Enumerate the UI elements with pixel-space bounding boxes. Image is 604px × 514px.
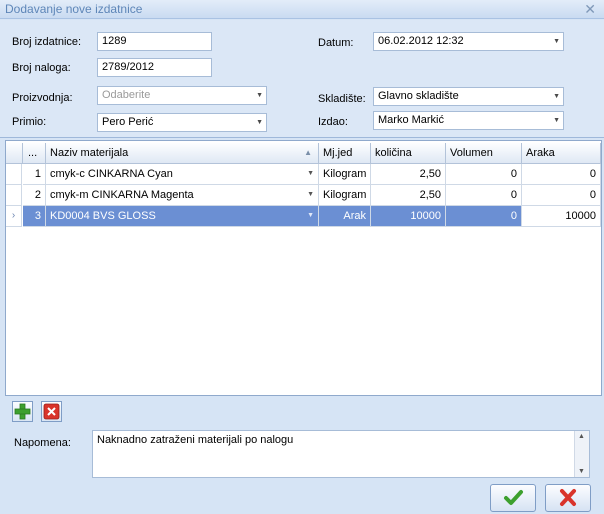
napomena-value: Naknadno zatraženi materijali po nalogu	[97, 434, 294, 446]
cell-num: 2	[23, 185, 46, 206]
sort-ascending-icon: ▲	[304, 148, 312, 157]
cell-mjed[interactable]: Arak	[319, 206, 371, 227]
izdao-dropdown[interactable]: Marko Markić ▼	[373, 111, 564, 130]
current-row-arrow-icon[interactable]: ›	[6, 206, 22, 227]
cell-araka[interactable]: 0	[522, 164, 601, 185]
proizvodnja-value: Odaberite	[102, 89, 151, 101]
cell-araka-editing[interactable]: 10000	[522, 206, 601, 227]
table-row[interactable]: 1 cmyk-c CINKARNA Cyan ▼ Kilogram 2,50 0…	[6, 164, 601, 185]
column-header-mjed[interactable]: Mj.jed	[319, 143, 371, 164]
cell-naziv-value: KD0004 BVS GLOSS	[50, 210, 156, 222]
proizvodnja-label: Proizvodnja:	[12, 92, 73, 104]
datum-picker[interactable]: 06.02.2012 12:32 ▼	[373, 32, 564, 51]
chevron-down-icon[interactable]: ▼	[307, 206, 314, 226]
primio-value: Pero Perić	[102, 116, 154, 128]
window-title: Dodavanje nove izdatnice	[5, 2, 143, 16]
broj-naloga-input[interactable]: 2789/2012	[97, 58, 212, 77]
cell-volumen[interactable]: 0	[446, 206, 522, 227]
column-header-naziv[interactable]: Naziv materijala ▲	[46, 143, 319, 164]
cell-kolicina[interactable]: 2,50	[371, 185, 446, 206]
cell-naziv-value: cmyk-m CINKARNA Magenta	[50, 189, 194, 201]
cell-volumen[interactable]: 0	[446, 164, 522, 185]
napomena-label: Napomena:	[14, 437, 71, 449]
izdao-label: Izdao:	[318, 116, 348, 128]
scroll-up-icon[interactable]: ▲	[578, 433, 585, 440]
datum-value: 06.02.2012 12:32	[378, 35, 464, 47]
cell-araka[interactable]: 0	[522, 185, 601, 206]
cell-kolicina[interactable]: 2,50	[371, 164, 446, 185]
column-header-num[interactable]: ...	[23, 143, 46, 164]
plus-icon	[14, 403, 31, 420]
remove-row-button[interactable]	[41, 401, 62, 422]
chevron-down-icon[interactable]: ▼	[256, 114, 263, 131]
primio-dropdown[interactable]: Pero Perić ▼	[97, 113, 267, 132]
primio-label: Primio:	[12, 116, 47, 128]
napomena-scrollbar[interactable]: ▲ ▼	[574, 431, 589, 477]
cell-kolicina[interactable]: 10000	[371, 206, 446, 227]
datum-label: Datum:	[318, 37, 354, 49]
proizvodnja-dropdown[interactable]: Odaberite ▼	[97, 86, 267, 105]
chevron-down-icon[interactable]: ▼	[553, 112, 560, 129]
izdao-value: Marko Markić	[378, 114, 445, 126]
cell-naziv[interactable]: KD0004 BVS GLOSS ▼	[46, 206, 319, 227]
table-row-selected[interactable]: › 3 KD0004 BVS GLOSS ▼ Arak 10000 0 1000…	[6, 206, 601, 227]
cell-num: 3	[23, 206, 46, 227]
cell-mjed[interactable]: Kilogram	[319, 164, 371, 185]
chevron-down-icon[interactable]: ▼	[307, 185, 314, 205]
checkmark-icon	[504, 490, 523, 505]
column-header-araka[interactable]: Araka	[522, 143, 601, 164]
cell-num: 1	[23, 164, 46, 185]
broj-naloga-label: Broj naloga:	[12, 62, 71, 74]
cell-naziv-value: cmyk-c CINKARNA Cyan	[50, 168, 173, 180]
chevron-down-icon[interactable]: ▼	[256, 87, 263, 104]
header-form: Broj izdatnice: 1289 Broj naloga: 2789/2…	[0, 20, 604, 138]
chevron-down-icon[interactable]: ▼	[307, 164, 314, 184]
column-header-kolicina[interactable]: količina	[371, 143, 446, 164]
skladiste-value: Glavno skladište	[378, 90, 459, 102]
delete-x-icon	[43, 403, 60, 420]
skladiste-dropdown[interactable]: Glavno skladište ▼	[373, 87, 564, 106]
broj-izdatnice-input[interactable]: 1289	[97, 32, 212, 51]
cell-volumen[interactable]: 0	[446, 185, 522, 206]
cancel-x-icon	[560, 489, 576, 506]
napomena-textarea[interactable]: Naknadno zatraženi materijali po nalogu …	[92, 430, 590, 478]
chevron-down-icon[interactable]: ▼	[553, 88, 560, 105]
column-header-naziv-label: Naziv materijala	[50, 147, 129, 159]
cell-naziv[interactable]: cmyk-m CINKARNA Magenta ▼	[46, 185, 319, 206]
chevron-down-icon[interactable]: ▼	[553, 33, 560, 50]
window-titlebar: Dodavanje nove izdatnice ✕	[0, 0, 604, 19]
materials-grid: ... Naziv materijala ▲ Mj.jed količina V…	[5, 140, 602, 396]
close-icon[interactable]: ✕	[584, 1, 596, 18]
scroll-down-icon[interactable]: ▼	[578, 468, 585, 475]
column-header-volumen[interactable]: Volumen	[446, 143, 522, 164]
row-indicator[interactable]	[6, 164, 22, 185]
cell-mjed[interactable]: Kilogram	[319, 185, 371, 206]
skladiste-label: Skladište:	[318, 93, 366, 105]
broj-izdatnice-label: Broj izdatnice:	[12, 36, 82, 48]
cell-naziv[interactable]: cmyk-c CINKARNA Cyan ▼	[46, 164, 319, 185]
table-row[interactable]: 2 cmyk-m CINKARNA Magenta ▼ Kilogram 2,5…	[6, 185, 601, 206]
row-indicator[interactable]	[6, 185, 22, 206]
add-row-button[interactable]	[12, 401, 33, 422]
grid-corner-header	[6, 143, 23, 164]
